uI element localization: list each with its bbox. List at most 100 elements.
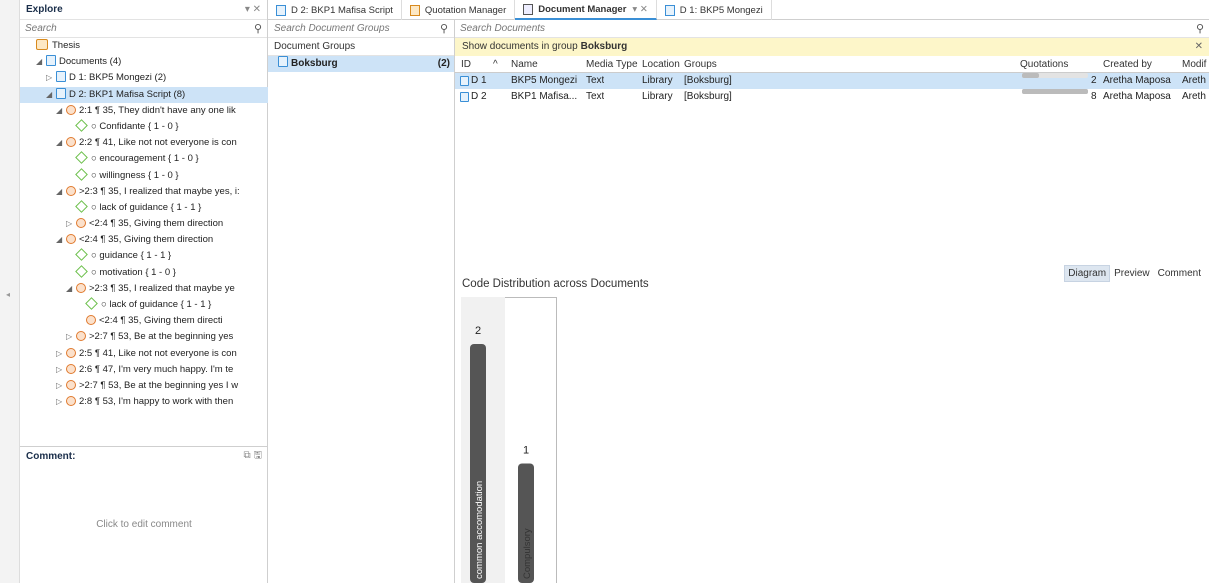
tree-node[interactable]: ◢ 2:1 ¶ 35, They didn't have any one lik	[20, 103, 268, 119]
tree-node[interactable]: ○ motivation { 1 - 0 }	[20, 264, 268, 281]
tab-label: Document Manager	[538, 3, 627, 15]
documents-search-input[interactable]: Search Documents ⚲	[455, 20, 1209, 38]
tree-node[interactable]: ▷ 2:5 ¶ 41, Like not not everyone is con	[20, 346, 268, 362]
comment-editor[interactable]: Click to edit comment	[20, 466, 268, 583]
expand-arrow-icon[interactable]: ▷	[66, 329, 76, 345]
tab-quotation-manager[interactable]: Quotation Manager	[402, 0, 516, 20]
tree-node-label: D 2: BKP1 Mafisa Script (8)	[69, 88, 186, 100]
collapse-arrow-icon[interactable]: ◢	[46, 87, 56, 103]
cell-location: Library	[642, 91, 673, 102]
quotation-icon	[76, 331, 86, 342]
quotation-icon	[66, 363, 76, 374]
tree-node[interactable]: ○ guidance { 1 - 1 }	[20, 248, 268, 264]
chart-category-label: common accomodation	[474, 481, 485, 579]
quotation-icon	[66, 396, 76, 407]
tree-node[interactable]: ▷ >2:7 ¶ 53, Be at the beginning yes	[20, 329, 268, 345]
col-groups[interactable]: Groups	[684, 56, 717, 73]
tree-node-label: <2:4 ¶ 35, Giving them directi	[99, 315, 223, 327]
tree-node[interactable]: Thesis	[20, 38, 268, 54]
explore-panel-controls[interactable]: ▾ ✕	[245, 4, 261, 15]
tree-node[interactable]: ▷ 2:6 ¶ 47, I'm very much happy. I'm te	[20, 362, 268, 378]
expand-arrow-icon[interactable]: ▷	[56, 378, 66, 394]
tree-node[interactable]: ○ lack of guidance { 1 - 1 }	[20, 297, 268, 313]
table-row[interactable]: D 2 BKP1 Mafisa... Text Library [Boksburg] Ar…	[455, 89, 1209, 105]
comment-placeholder: Click to edit comment	[96, 519, 192, 530]
tree-node[interactable]: <2:4 ¶ 35, Giving them directi	[20, 313, 268, 329]
view-tab-diagram[interactable]: Diagram	[1064, 265, 1111, 282]
tree-node[interactable]: ○ lack of guidance { 1 - 1 }	[20, 200, 268, 216]
tree-node-label: ○ motivation { 1 - 0 }	[91, 266, 176, 278]
view-tab-comment[interactable]: Comment	[1154, 265, 1205, 282]
left-collapse-gutter[interactable]: ◂	[0, 0, 20, 583]
search-icon[interactable]: ⚲	[1196, 22, 1204, 35]
tree-node[interactable]: ◢ <2:4 ¶ 35, Giving them direction	[20, 232, 268, 248]
expand-arrow-icon[interactable]: ▷	[56, 394, 66, 410]
tree-node-label: 2:1 ¶ 35, They didn't have any one lik	[79, 104, 236, 116]
search-icon[interactable]: ⚲	[440, 22, 448, 35]
code-icon	[75, 200, 88, 213]
quotation-icon	[76, 218, 86, 229]
quotation-manager-icon	[409, 4, 420, 16]
collapse-arrow-icon[interactable]: ◢	[56, 184, 66, 200]
tree-node[interactable]: ▷ <2:4 ¶ 35, Giving them direction	[20, 216, 268, 232]
tree-node[interactable]: ◢ >2:3 ¶ 35, I realized that maybe ye	[20, 281, 268, 297]
col-media-type[interactable]: Media Type	[586, 56, 638, 73]
cell-modified: Areth	[1182, 91, 1206, 102]
tree-node-label: Documents (4)	[59, 56, 122, 68]
collapse-arrow-icon[interactable]: ◢	[56, 135, 66, 151]
comment-edit-icon[interactable]: ⧉ 🖫	[244, 448, 262, 465]
col-quotations[interactable]: Quotations	[1020, 56, 1068, 73]
tree-node[interactable]: ▷ D 1: BKP5 Mongezi (2)	[20, 70, 268, 86]
explore-search-input[interactable]: Search ⚲	[20, 20, 267, 38]
quotations-bar-fill	[1022, 89, 1088, 94]
group-item-boksburg[interactable]: Boksburg (2)	[268, 56, 454, 72]
expand-arrow-icon[interactable]: ◂	[6, 290, 10, 299]
tree-node[interactable]: ○ willingness { 1 - 0 }	[20, 167, 268, 184]
tab-close-icon[interactable]: ▾ ✕	[632, 4, 647, 15]
tree-node-label: 2:8 ¶ 53, I'm happy to work with then	[79, 396, 234, 408]
tree-node[interactable]: ▷ 2:8 ¶ 53, I'm happy to work with then	[20, 394, 268, 410]
col-id[interactable]: ID	[461, 56, 471, 73]
group-count: (2)	[437, 58, 450, 69]
tab-d-1-bkp5-mongezi[interactable]: D 1: BKP5 Mongezi	[657, 0, 772, 20]
cell-location: Library	[642, 75, 673, 86]
tree-node[interactable]: ◢ >2:3 ¶ 35, I realized that maybe yes, i…	[20, 184, 268, 200]
col-created-by[interactable]: Created by	[1103, 56, 1152, 73]
expand-arrow-icon[interactable]: ▷	[46, 70, 56, 86]
search-icon[interactable]: ⚲	[254, 22, 262, 35]
tree-node[interactable]: ◢ 2:2 ¶ 41, Like not not everyone is con	[20, 135, 268, 151]
collapse-arrow-icon[interactable]: ◢	[56, 103, 66, 119]
col-name[interactable]: Name	[511, 56, 538, 73]
collapse-arrow-icon[interactable]: ◢	[36, 54, 46, 70]
quotation-icon	[66, 185, 76, 196]
expand-arrow-icon[interactable]: ▷	[56, 346, 66, 362]
collapse-arrow-icon[interactable]: ◢	[56, 232, 66, 248]
tree-node[interactable]: ▷ >2:7 ¶ 53, Be at the beginning yes I w	[20, 378, 268, 394]
tab-d-2-bkp1-mafisa-script[interactable]: D 2: BKP1 Mafisa Script	[268, 0, 402, 20]
tab-document-manager[interactable]: Document Manager ▾ ✕	[515, 0, 657, 20]
close-banner-icon[interactable]: ✕	[1195, 38, 1209, 56]
expand-arrow-icon[interactable]: ▷	[56, 362, 66, 378]
view-tab-preview[interactable]: Preview	[1110, 265, 1154, 282]
expand-arrow-icon[interactable]: ▷	[66, 216, 76, 232]
collapse-arrow-icon[interactable]: ◢	[66, 281, 76, 297]
table-row[interactable]: D 1 BKP5 Mongezi Text Library [Boksburg] Aret…	[455, 73, 1209, 89]
sort-ascending-icon[interactable]: ^	[493, 56, 498, 73]
tree-node[interactable]: ○ encouragement { 1 - 0 }	[20, 151, 268, 167]
document-groups-header: Document Groups	[268, 38, 454, 56]
col-modified[interactable]: Modif	[1182, 56, 1209, 73]
cell-quotations: 8	[1091, 91, 1097, 102]
tree-node-label: 2:6 ¶ 47, I'm very much happy. I'm te	[79, 363, 234, 375]
tree-node-label: ○ guidance { 1 - 1 }	[91, 250, 172, 262]
document-icon	[56, 87, 66, 99]
document-groups-search-placeholder: Search Document Groups	[274, 23, 390, 34]
tree-node[interactable]: ○ Confidante { 1 - 0 }	[20, 119, 268, 135]
tree-node-label: >2:7 ¶ 53, Be at the beginning yes	[89, 331, 234, 343]
tree-node[interactable]: ◢ Documents (4)	[20, 54, 268, 70]
tree-node-label: >2:7 ¶ 53, Be at the beginning yes I w	[79, 379, 239, 391]
tree-node-label: >2:3 ¶ 35, I realized that maybe yes, i:	[79, 185, 240, 197]
tree-node[interactable]: ◢ D 2: BKP1 Mafisa Script (8)	[20, 86, 268, 103]
col-location[interactable]: Location	[642, 56, 680, 73]
document-groups-search-input[interactable]: Search Document Groups ⚲	[268, 20, 454, 38]
banner-group: Boksburg	[580, 41, 628, 52]
